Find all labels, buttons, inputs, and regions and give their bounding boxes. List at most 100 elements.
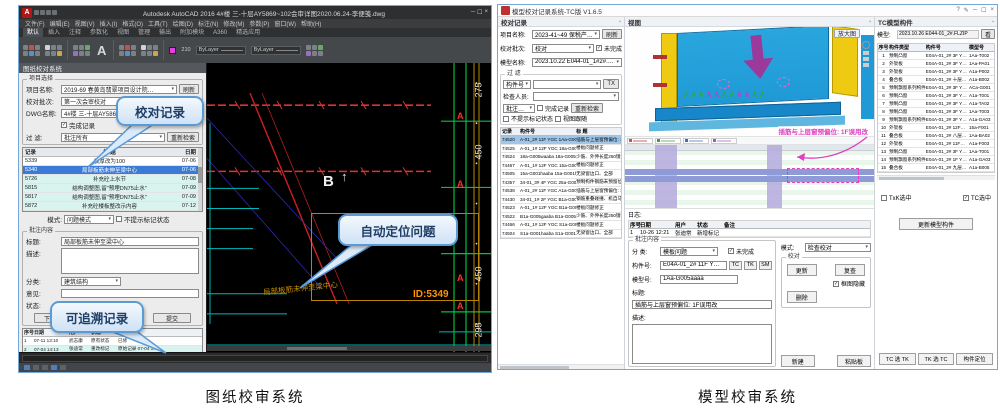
- member-row[interactable]: 3外架板E04A-01_2# 3F Y…A1a-P002: [878, 68, 994, 76]
- done-record-checkbox[interactable]: ✓完成记录: [61, 120, 95, 130]
- filter-select[interactable]: 批注所有▾: [61, 133, 165, 142]
- rebar-spreadsheet[interactable]: [625, 145, 874, 209]
- column-header[interactable]: 构件号: [520, 128, 576, 135]
- record-row[interactable]: 5817结构调整图,留"预埋DN75止水"07-09: [23, 193, 198, 202]
- column-header[interactable]: 日期: [640, 221, 675, 229]
- sheet-tab[interactable]: [655, 138, 681, 144]
- view-navigation-wheel[interactable]: [861, 41, 871, 67]
- block-tools-icons[interactable]: [141, 45, 158, 56]
- locate-member-button[interactable]: 构件定位: [956, 353, 993, 365]
- ribbon-tab[interactable]: 视图: [113, 28, 133, 37]
- column-header[interactable]: 序号: [23, 329, 34, 336]
- record-row[interactable]: 5815结构调整图,留"预埋DN75止水"07-09: [23, 184, 198, 193]
- ribbon-tab[interactable]: 默认: [23, 28, 43, 37]
- column-header[interactable]: 记录: [501, 128, 520, 135]
- checker-combo[interactable]: ▾: [533, 92, 619, 101]
- recheck-button[interactable]: 复查: [835, 264, 865, 276]
- palette-title[interactable]: 图纸校对系统: [19, 63, 206, 73]
- log-row[interactable]: 110-26 12:21张迪常新增标记: [629, 229, 870, 237]
- menu-item[interactable]: 视图(V): [75, 19, 95, 28]
- no-prompt-checkbox[interactable]: 不提示标记状态: [116, 214, 170, 224]
- ribbon-tab[interactable]: 附加模块: [176, 28, 208, 37]
- tc-to-tk-button[interactable]: TC 选 TK: [879, 353, 916, 365]
- new-button[interactable]: 新建: [781, 355, 815, 367]
- record-row[interactable]: 5726补充砼上水节07-08: [23, 175, 198, 184]
- column-header[interactable]: 序号: [878, 44, 889, 51]
- opinion-input[interactable]: [61, 289, 199, 298]
- tc-select-checkbox[interactable]: ✓TC选中: [963, 193, 991, 202]
- pin-icon[interactable]: ▪: [619, 19, 621, 25]
- status-icon[interactable]: [51, 365, 57, 370]
- annotation-tools-icons[interactable]: [73, 45, 90, 56]
- ribbon-tab[interactable]: 注释: [65, 28, 85, 37]
- menu-item[interactable]: 修改(M): [223, 19, 244, 28]
- search-button[interactable]: 重新检索: [571, 103, 603, 113]
- minimize-button[interactable]: ─: [973, 7, 977, 14]
- menu-item[interactable]: 格式(O): [122, 19, 143, 28]
- tk-button[interactable]: TK: [744, 261, 757, 270]
- layer-tools-icons[interactable]: [119, 45, 136, 56]
- minimize-button[interactable]: ─: [471, 9, 475, 16]
- search-button[interactable]: 重新检索: [167, 132, 199, 142]
- delete-button[interactable]: 删除: [787, 291, 817, 303]
- member-row[interactable]: 15叠合板E04A-01_2# 九层…A1a-B005: [878, 164, 994, 172]
- unfinished-checkbox[interactable]: ✓未完成: [728, 247, 754, 256]
- record-row[interactable]: 7450515a-G001haaba 15a-G001haaba无梁窗边口、全部: [501, 170, 621, 179]
- menu-item[interactable]: 标注(N): [198, 19, 218, 28]
- record-row[interactable]: 7443034-01_1# 2F YGC B1a-G002bbbda钢筋重叠碰撞…: [501, 196, 621, 205]
- autocad-logo-icon[interactable]: A: [22, 8, 32, 18]
- record-row[interactable]: 5340局部板筋未伸至梁中心07-06: [23, 166, 198, 175]
- record-row[interactable]: 7435734-01_3# 4F YGC 25a-G002dabaa预制构件钢筋…: [501, 179, 621, 188]
- lineweight-combo[interactable]: ByLayer: [251, 46, 301, 55]
- project-name-select[interactable]: 2019-69 春黄岛翡翠项目设计院…▾: [61, 85, 177, 94]
- category-select[interactable]: 建筑结构▾: [61, 277, 121, 286]
- sheet-tab[interactable]: [683, 138, 709, 144]
- cad-viewport[interactable]: B ↑ 275 450 450 295 A A A A 局部板筋未伸至梁中心 I…: [207, 63, 491, 352]
- record-row[interactable]: 74538A-01_2# 11F YGC A1a-G005aaaaa插筋与上层窗…: [501, 187, 621, 196]
- member-row[interactable]: 11叠合板E04A-01_2# 八层…1Aa-BA02: [878, 132, 994, 140]
- modify-tools-icons[interactable]: [45, 45, 62, 56]
- color-swatch[interactable]: [169, 47, 176, 54]
- record-row[interactable]: 74467A-01_1# 12F YGC 15a-G001faaba楼板问题修正: [501, 162, 621, 171]
- status-icon[interactable]: [33, 365, 39, 370]
- record-row[interactable]: 5872补充砼楼板整改示内容07-12: [23, 202, 198, 211]
- model-name-select[interactable]: 2023.10.22 E044-01_1#2#.FLZIP▾: [532, 58, 622, 67]
- member-value-combo[interactable]: ▾: [533, 80, 601, 89]
- model-no-input[interactable]: 1Aa-G005aaaa: [660, 275, 738, 284]
- ribbon-tab[interactable]: 输出: [155, 28, 175, 37]
- member-row[interactable]: 7预制凸窗E04A-01_2# 3F Y…A1a-TA02: [878, 100, 994, 108]
- refresh-button[interactable]: 刷新: [179, 84, 199, 94]
- member-row[interactable]: 5预制飘窗系列构件E04A-01_2# 3F Y…ACa-G001: [878, 84, 994, 92]
- nav-icon[interactable]: [863, 57, 869, 61]
- column-header[interactable]: 用户: [675, 221, 697, 229]
- column-header[interactable]: 构件号: [926, 44, 969, 51]
- column-header[interactable]: 日期: [174, 148, 198, 156]
- records-scrollbar[interactable]: [198, 148, 202, 211]
- unfinished-checkbox[interactable]: ✓未完成: [596, 44, 622, 53]
- status-icon[interactable]: [42, 365, 48, 370]
- nav-icon[interactable]: [863, 63, 869, 67]
- menu-item[interactable]: 绘图(D): [173, 19, 193, 28]
- done-record-checkbox[interactable]: 完成记录: [537, 104, 569, 113]
- scope-select[interactable]: 批注所有▾: [503, 104, 535, 113]
- ribbon-tab[interactable]: 精选应用: [232, 28, 264, 37]
- command-line[interactable]: [19, 352, 491, 363]
- record-row[interactable]: 74466A-01_1# 12F YGC S1a-G001faaba楼板问题修正: [501, 221, 621, 230]
- desc-textarea[interactable]: [632, 324, 772, 364]
- maximize-button[interactable]: ☐: [477, 9, 482, 16]
- update-members-button[interactable]: 更新模型构件: [899, 218, 973, 230]
- draw-tools-icons[interactable]: [23, 45, 40, 56]
- text-tool-icon[interactable]: A: [95, 43, 108, 58]
- update-button[interactable]: 更新: [787, 264, 817, 276]
- batch-select[interactable]: 校对▾: [532, 44, 594, 53]
- tk-to-tc-button[interactable]: TK 选 TC: [918, 353, 955, 365]
- refresh-button[interactable]: 刷新: [602, 29, 622, 39]
- note-title-input[interactable]: 局部板筋未伸至梁中心: [61, 237, 199, 246]
- 3d-viewport[interactable]: ∧∧∧∧∧∧∧∧∧∧∧ 放大图: [625, 27, 874, 137]
- enlarge-view-button[interactable]: 放大图: [834, 29, 860, 38]
- menu-item[interactable]: 工具(T): [148, 19, 168, 28]
- status-icon[interactable]: [60, 365, 66, 370]
- menu-item[interactable]: 编辑(E): [50, 19, 70, 28]
- menu-item[interactable]: 帮助(H): [301, 19, 321, 28]
- view-follow-checkbox[interactable]: 视图跟随: [555, 114, 587, 123]
